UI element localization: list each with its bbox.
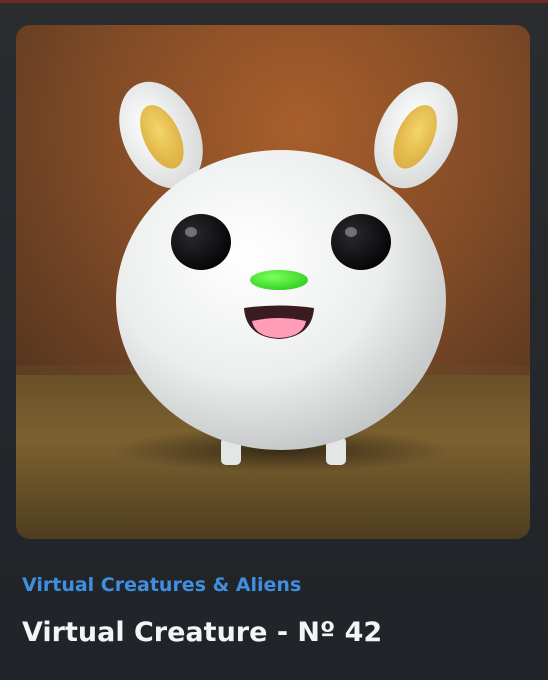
creature-artwork-icon [16,25,530,539]
nft-artwork-image[interactable] [16,25,530,539]
nft-card[interactable]: Virtual Creatures & Aliens Virtual Creat… [0,3,548,680]
nft-title[interactable]: Virtual Creature - Nº 42 [22,617,382,648]
collection-category-link[interactable]: Virtual Creatures & Aliens [22,574,301,596]
